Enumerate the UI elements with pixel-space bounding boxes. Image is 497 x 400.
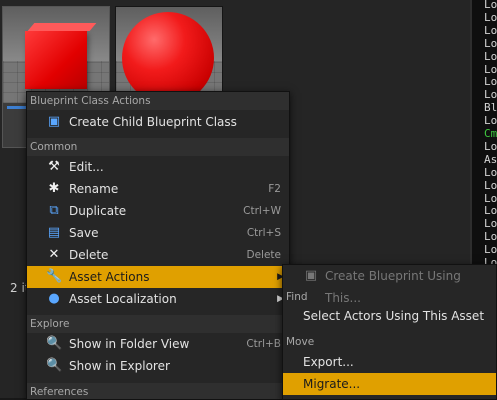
log-line: Lo	[484, 165, 497, 179]
log-line: Lo	[484, 217, 497, 231]
log-line: Lo	[484, 204, 497, 218]
context-menu: Blueprint Class Actions ▣ Create Child B…	[26, 91, 290, 400]
magnifier-icon: 🔍	[46, 358, 63, 373]
section-heading-blueprint: Blueprint Class Actions	[27, 92, 289, 110]
duplicate-icon: ⧉	[49, 203, 59, 218]
log-line: Lo	[484, 178, 497, 192]
asset-actions-item[interactable]: 🔧 Asset Actions ▶	[27, 266, 289, 288]
log-line: Lo	[484, 114, 497, 128]
create-child-blueprint-item[interactable]: ▣ Create Child Blueprint Class	[27, 111, 289, 133]
section-heading-move: Move	[286, 336, 315, 348]
show-in-explorer-item[interactable]: 🔍 Show in Explorer	[27, 355, 289, 377]
asset-thumbnail	[116, 7, 222, 103]
log-line: Lo	[484, 75, 497, 89]
section-heading-find: Find	[286, 291, 308, 303]
globe-icon: ●	[48, 291, 60, 306]
log-line: Lo	[484, 62, 497, 76]
log-line: As	[484, 152, 497, 166]
save-item[interactable]: ▤ Save Ctrl+S	[27, 222, 289, 244]
log-line: Cm	[484, 127, 497, 140]
log-line: Lo	[484, 191, 497, 205]
blueprint-icon: ▣	[47, 114, 61, 129]
asset-localization-item[interactable]: ● Asset Localization ▶	[27, 288, 289, 310]
log-line: Lo	[484, 0, 497, 11]
wrench-icon: 🔧	[46, 269, 63, 284]
log-line: Lo	[484, 230, 497, 244]
save-icon: ▤	[47, 225, 61, 240]
log-line: Lo	[484, 49, 497, 63]
red-sphere-image	[122, 12, 214, 103]
create-blueprint-using-this-item[interactable]: ▣ Create Blueprint Using This...	[283, 265, 496, 305]
migrate-item[interactable]: Migrate...	[283, 373, 496, 395]
log-line: Lo	[484, 36, 497, 50]
delete-icon: ✕	[48, 247, 60, 262]
select-actors-item[interactable]: Select Actors Using This Asset	[283, 305, 496, 327]
log-line: Bl	[484, 101, 497, 115]
magnifier-icon: 🔍	[46, 336, 63, 351]
delete-item[interactable]: ✕ Delete Delete	[27, 244, 289, 266]
asset-actions-submenu: ▣ Create Blueprint Using This... Find Se…	[282, 264, 497, 400]
edit-item[interactable]: ⚒ Edit...	[27, 156, 289, 178]
log-line: Lo	[484, 23, 497, 37]
log-line: Lo	[484, 10, 497, 24]
red-cube-image	[25, 31, 87, 89]
blueprint-icon: ▣	[304, 268, 318, 283]
log-line: Lo	[484, 88, 497, 102]
rename-icon: ✱	[48, 181, 60, 196]
log-line: Lo	[484, 139, 497, 153]
section-heading-explore: Explore	[27, 315, 289, 333]
section-heading-references: References	[27, 383, 289, 399]
asset-thumbnail	[3, 7, 109, 103]
duplicate-item[interactable]: ⧉ Duplicate Ctrl+W	[27, 200, 289, 222]
export-item[interactable]: Export...	[283, 351, 496, 373]
hammer-icon: ⚒	[48, 159, 60, 174]
log-line: Lo	[484, 243, 497, 257]
show-in-folder-view-item[interactable]: 🔍 Show in Folder View Ctrl+B	[27, 333, 289, 355]
section-heading-common: Common	[27, 138, 289, 156]
rename-item[interactable]: ✱ Rename F2	[27, 178, 289, 200]
